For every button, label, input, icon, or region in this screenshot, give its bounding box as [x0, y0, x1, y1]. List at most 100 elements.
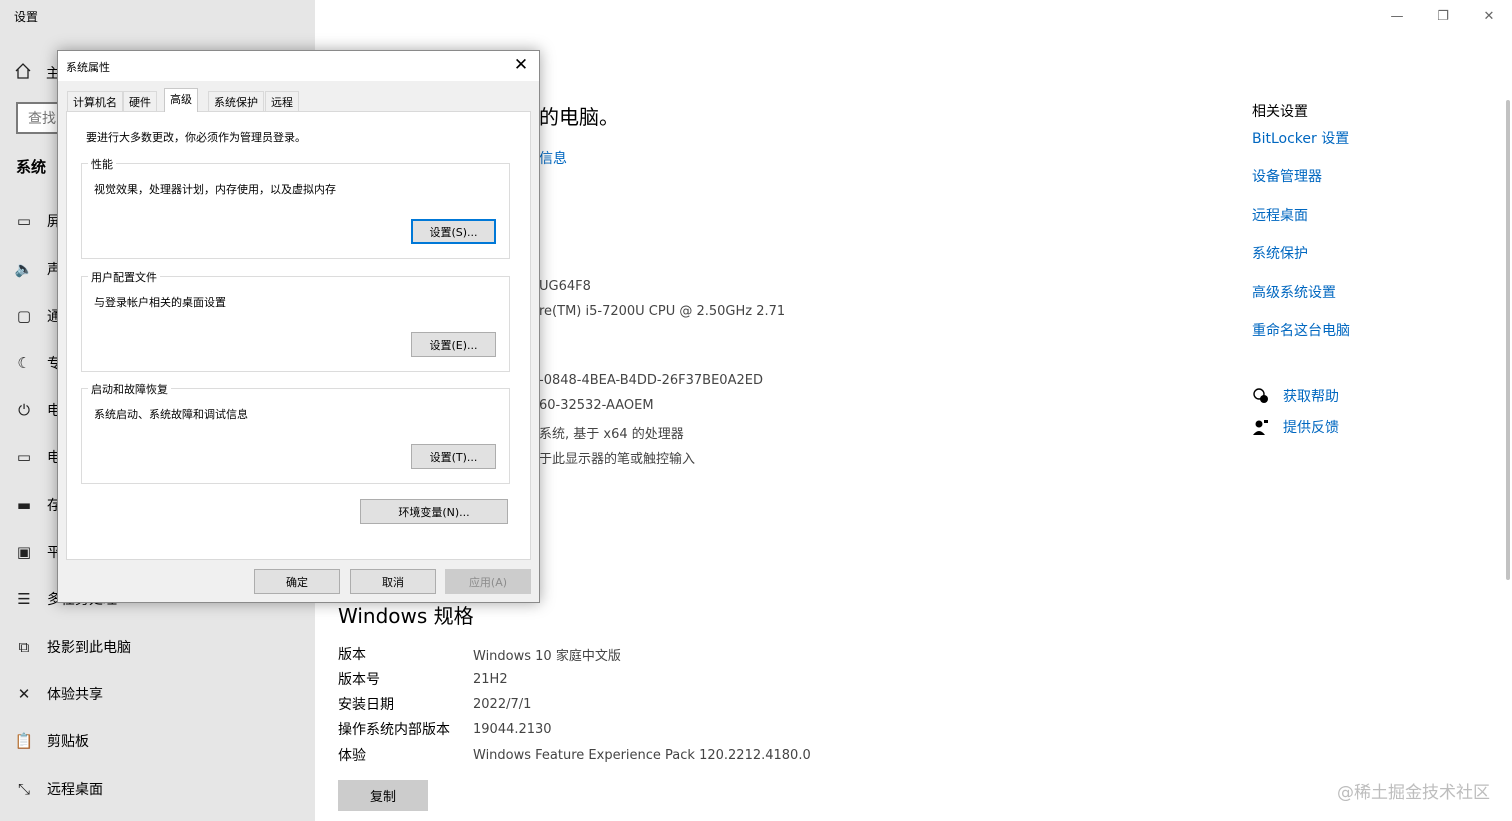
environment-variables-button[interactable]: 环境变量(N)... [360, 499, 508, 524]
product-id-fragment: 60-32532-AAOEM [539, 398, 654, 413]
user-profiles-group: 用户配置文件 与登录帐户相关的桌面设置 [81, 269, 510, 372]
spec-key: 体验 [338, 748, 366, 764]
sidebar-item-remote-desktop[interactable]: ⤡ 远程桌面 [14, 776, 103, 802]
sidebar-item-label: 剪贴板 [47, 734, 89, 750]
spec-row: 版本 Windows 10 家庭中文版 [338, 643, 621, 665]
performance-settings-button[interactable]: 设置(S)... [411, 219, 496, 244]
remote-desktop-link[interactable]: 远程桌面 [1252, 205, 1308, 225]
shared-experience-icon: ✕ [17, 685, 31, 703]
moon-icon: ☾ [17, 354, 31, 372]
startup-recovery-group-title: 启动和故障恢复 [88, 381, 171, 397]
feedback-link[interactable]: 提供反馈 [1252, 417, 1339, 437]
system-protection-link[interactable]: 系统保护 [1252, 243, 1308, 263]
spec-value: Windows 10 家庭中文版 [473, 648, 621, 664]
tab-system-protection[interactable]: 系统保护 [208, 91, 264, 111]
monitor-icon: ▭ [16, 212, 32, 230]
battery-icon: ▭ [16, 448, 32, 466]
project-icon: ⧉ [18, 638, 30, 656]
related-settings-title: 相关设置 [1252, 104, 1308, 120]
advanced-system-settings-link[interactable]: 高级系统设置 [1252, 282, 1336, 302]
sidebar-item-label: 投影到此电脑 [47, 640, 131, 656]
admin-note: 要进行大多数更改，你必须作为管理员登录。 [86, 131, 306, 144]
spec-row: 版本号 21H2 [338, 668, 508, 690]
sidebar-item-label: 远程桌面 [47, 782, 103, 798]
performance-group: 性能 视觉效果，处理器计划，内存使用，以及虚拟内存 [81, 156, 510, 259]
remote-desktop-icon: ⤡ [17, 780, 30, 798]
spec-row: 安装日期 2022/7/1 [338, 693, 531, 715]
tab-computer-name[interactable]: 计算机名 [67, 91, 123, 111]
sidebar-item-label: 体验共享 [47, 687, 103, 703]
startup-recovery-settings-button[interactable]: 设置(T)... [411, 444, 496, 469]
performance-desc: 视觉效果，处理器计划，内存使用，以及虚拟内存 [94, 183, 336, 196]
device-name-fragment: UG64F8 [539, 279, 591, 294]
apply-button[interactable]: 应用(A) [445, 569, 531, 594]
dialog-title: 系统属性 [66, 61, 110, 74]
sidebar-item-project[interactable]: ⧉ 投影到此电脑 [14, 634, 131, 660]
multitasking-icon: ☰ [17, 590, 31, 608]
device-manager-link[interactable]: 设备管理器 [1252, 166, 1322, 186]
sidebar-item-battery[interactable]: ▭ 电 [14, 444, 61, 470]
feedback-label: 提供反馈 [1283, 420, 1339, 436]
pen-touch-fragment: 于此显示器的笔或触控输入 [539, 452, 696, 467]
get-help-label: 获取帮助 [1283, 389, 1339, 405]
sidebar-item-clipboard[interactable]: 📋 剪贴板 [14, 728, 89, 754]
dialog-close-icon[interactable]: ✕ [511, 55, 531, 75]
bitlocker-link[interactable]: BitLocker 设置 [1252, 128, 1349, 148]
system-type-fragment: 系统, 基于 x64 的处理器 [539, 427, 684, 442]
sidebar-item-notifications[interactable]: ▢ 通 [14, 303, 61, 329]
spec-row: 体验 Windows Feature Experience Pack 120.2… [338, 744, 811, 766]
power-icon: ⏻ [18, 401, 30, 419]
close-button[interactable]: ✕ [1466, 0, 1512, 32]
system-properties-dialog: 系统属性 ✕ 计算机名 硬件 高级 系统保护 远程 要进行大多数更改，你必须作为… [57, 50, 540, 603]
feedback-person-icon [1252, 418, 1270, 436]
speaker-icon: 🔈 [14, 260, 34, 278]
copy-button[interactable]: 复制 [338, 780, 428, 811]
minimize-button[interactable]: — [1374, 0, 1420, 32]
startup-recovery-group: 启动和故障恢复 系统启动、系统故障和调试信息 [81, 381, 510, 484]
processor-fragment: re(TM) i5-7200U CPU @ 2.50GHz 2.71 [539, 304, 786, 319]
app-title: 设置 [14, 10, 39, 24]
sidebar-item-tablet[interactable]: ▣ 平 [14, 539, 61, 565]
user-profiles-settings-button[interactable]: 设置(E)... [411, 332, 496, 357]
sidebar-item-focus[interactable]: ☾ 专 [14, 350, 61, 376]
spec-key: 安装日期 [338, 697, 394, 713]
spec-row: 操作系统内部版本 19044.2130 [338, 718, 552, 740]
startup-recovery-desc: 系统启动、系统故障和调试信息 [94, 408, 248, 421]
rename-pc-link[interactable]: 重命名这台电脑 [1252, 320, 1350, 340]
user-profiles-desc: 与登录帐户相关的桌面设置 [94, 296, 226, 309]
tab-remote[interactable]: 远程 [265, 91, 299, 111]
ok-button[interactable]: 确定 [254, 569, 340, 594]
sidebar-item-display[interactable]: ▭ 屏 [14, 208, 61, 234]
sidebar-item-shared[interactable]: ✕ 体验共享 [14, 681, 103, 707]
cancel-button[interactable]: 取消 [350, 569, 436, 594]
tab-advanced[interactable]: 高级 [164, 88, 198, 112]
chat-help-icon [1252, 387, 1270, 405]
tab-hardware[interactable]: 硬件 [123, 91, 157, 111]
sidebar-item-power[interactable]: ⏻ 电 [14, 397, 61, 423]
info-link-fragment[interactable]: 信息 [539, 148, 567, 168]
page-title-fragment: 的电脑。 [539, 105, 619, 129]
spec-key: 版本号 [338, 672, 380, 688]
home-nav-item[interactable]: 主 [14, 62, 60, 84]
sidebar-item-storage[interactable]: ▬ 存 [14, 492, 61, 518]
get-help-link[interactable]: 获取帮助 [1252, 386, 1339, 406]
restore-button[interactable]: ❐ [1420, 0, 1466, 32]
spec-key: 版本 [338, 647, 366, 663]
notification-icon: ▢ [16, 307, 32, 325]
sidebar-item-sound[interactable]: 🔈 声 [14, 256, 61, 282]
spec-value: 19044.2130 [473, 721, 552, 737]
windows-specs-title: Windows 规格 [338, 604, 474, 628]
home-icon [14, 62, 32, 84]
search-placeholder: 查找 [28, 111, 56, 127]
performance-group-title: 性能 [88, 156, 116, 172]
spec-value: 21H2 [473, 671, 508, 687]
tablet-icon: ▣ [16, 543, 32, 561]
spec-value: Windows Feature Experience Pack 120.2212… [473, 747, 811, 763]
dialog-titlebar[interactable]: 系统属性 ✕ [58, 51, 539, 81]
device-id-fragment: -0848-4BEA-B4DD-26F37BE0A2ED [539, 373, 763, 388]
clipboard-icon: 📋 [14, 732, 34, 750]
scrollbar[interactable] [1506, 100, 1510, 580]
section-title: 系统 [16, 158, 47, 176]
window-controls: — ❐ ✕ [1374, 0, 1512, 32]
spec-key: 操作系统内部版本 [338, 722, 450, 738]
